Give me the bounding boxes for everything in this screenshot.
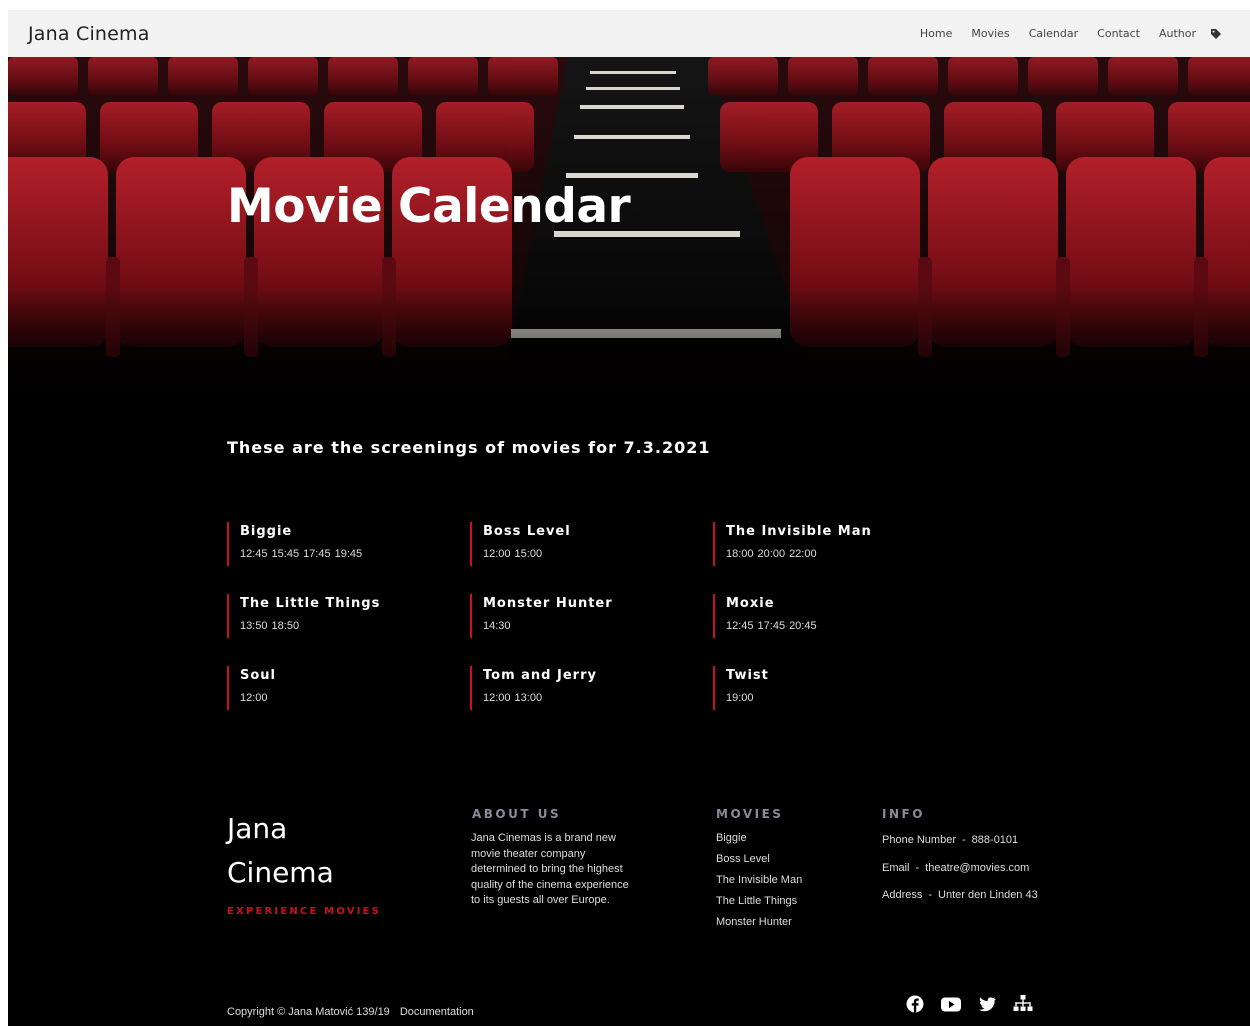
movie-card[interactable]: Biggie 12:45 15:45 17:45 19:45 [227, 522, 470, 566]
showtime[interactable]: 19:45 [335, 548, 363, 560]
movie-card[interactable]: Twist 19:00 [713, 666, 956, 710]
footer-email: Email - theatre@movies.com [882, 862, 1038, 890]
hero-fade-overlay [8, 57, 1250, 427]
phone-value: 888-0101 [971, 834, 1019, 846]
movie-showtimes: 12:00 [240, 692, 470, 705]
page: Jana Cinema Home Movies Calendar Contact… [8, 10, 1250, 1026]
movie-title: The Little Things [240, 596, 381, 611]
footer-logo-line1: Jana [227, 812, 288, 845]
tag-icon[interactable] [1210, 28, 1222, 40]
movie-title: The Invisible Man [726, 524, 872, 539]
documentation-link[interactable]: Documentation [400, 1006, 474, 1018]
movie-title: Moxie [726, 596, 775, 611]
movie-card[interactable]: The Invisible Man 18:00 20:00 22:00 [713, 522, 956, 566]
social-links [906, 995, 1050, 1013]
movie-showtimes: 18:00 20:00 22:00 [726, 548, 956, 561]
movie-card[interactable]: Moxie 12:45 17:45 20:45 [713, 594, 956, 638]
movie-showtimes: 19:00 [726, 692, 956, 705]
movie-card[interactable]: Soul 12:00 [227, 666, 470, 710]
movie-title: Soul [240, 668, 277, 683]
footer-movie-link[interactable]: The Invisible Man [716, 873, 802, 894]
brand-logo[interactable]: Jana Cinema [28, 23, 150, 45]
nav-home[interactable]: Home [920, 27, 952, 40]
movie-title: Tom and Jerry [483, 668, 597, 683]
main-nav: Home Movies Calendar Contact Author [901, 27, 1222, 40]
footer-logo-line2: Cinema [227, 856, 334, 889]
footer-phone: Phone Number -888-0101 [882, 834, 1038, 862]
copyright-text: Copyright © Jana Matović 139/19 [227, 1006, 390, 1018]
nav-calendar[interactable]: Calendar [1029, 27, 1078, 40]
footer-movies-heading: MOVIES [716, 807, 784, 821]
footer-movie-link[interactable]: Boss Level [716, 852, 802, 873]
twitter-icon[interactable] [978, 996, 996, 1012]
showtime[interactable]: 19:00 [726, 692, 754, 704]
movie-showtimes: 12:00 15:00 [483, 548, 713, 561]
separator: - [928, 889, 933, 901]
showtime[interactable]: 15:00 [515, 548, 543, 560]
footer-info: Phone Number -888-0101 Email - theatre@movi… [882, 834, 1038, 917]
movie-title: Twist [726, 668, 769, 683]
sitemap-icon[interactable] [1013, 995, 1033, 1013]
showtime[interactable]: 20:45 [789, 620, 817, 632]
showtime[interactable]: 12:00 [240, 692, 268, 704]
movie-title: Boss Level [483, 524, 571, 539]
showtime[interactable]: 18:00 [726, 548, 754, 560]
copyright: Copyright © Jana Matović 139/19 Documenta… [227, 1006, 474, 1018]
footer-about-heading: ABOUT US [472, 807, 562, 821]
footer-logo: Jana Cinema [227, 807, 407, 895]
footer-movie-link[interactable]: Biggie [716, 831, 802, 852]
movie-card[interactable]: Monster Hunter 14:30 [470, 594, 713, 638]
showtime[interactable]: 13:50 [240, 620, 268, 632]
movie-card[interactable]: Tom and Jerry 12:00 13:00 [470, 666, 713, 710]
showtime[interactable]: 18:50 [272, 620, 300, 632]
hero-banner: Movie Calendar [8, 57, 1250, 427]
footer-address: Address - Unter den Linden 43 [882, 889, 1038, 917]
movie-title: Biggie [240, 524, 293, 539]
address-value: Unter den Linden 43 [938, 889, 1038, 901]
movie-card[interactable]: Boss Level 12:00 15:00 [470, 522, 713, 566]
footer-movies-list: Biggie Boss Level The Invisible Man The … [716, 831, 802, 936]
screenings-heading: These are the screenings of movies for 7… [227, 438, 711, 457]
showtime[interactable]: 12:00 [483, 692, 511, 704]
page-title: Movie Calendar [227, 179, 631, 234]
email-value[interactable]: theatre@movies.com [925, 862, 1029, 874]
showtime[interactable]: 12:00 [483, 548, 511, 560]
movie-showtimes: 13:50 18:50 [240, 620, 470, 633]
movie-card[interactable]: The Little Things 13:50 18:50 [227, 594, 470, 638]
showtime[interactable]: 13:00 [515, 692, 543, 704]
showtime[interactable]: 22:00 [789, 548, 817, 560]
facebook-icon[interactable] [906, 995, 924, 1013]
navbar: Jana Cinema Home Movies Calendar Contact… [8, 10, 1250, 57]
screenings-grid: Biggie 12:45 15:45 17:45 19:45 Boss Level 12:0… [227, 522, 967, 738]
showtime[interactable]: 12:45 [726, 620, 754, 632]
phone-label: Phone Number [882, 834, 956, 846]
address-label: Address [882, 889, 923, 901]
footer-about-text: Jana Cinemas is a brand new movie theate… [471, 832, 629, 907]
footer-movie-link[interactable]: The Little Things [716, 894, 802, 915]
showtime[interactable]: 17:45 [303, 548, 331, 560]
movie-showtimes: 12:00 13:00 [483, 692, 713, 705]
footer-movie-link[interactable]: Monster Hunter [716, 915, 802, 936]
showtime[interactable]: 14:30 [483, 620, 511, 632]
movie-showtimes: 12:45 15:45 17:45 19:45 [240, 548, 470, 561]
footer-tagline: EXPERIENCE MOVIES [227, 906, 382, 917]
showtime[interactable]: 20:00 [758, 548, 786, 560]
movie-showtimes: 14:30 [483, 620, 713, 633]
separator: - [962, 834, 966, 846]
youtube-icon[interactable] [941, 997, 961, 1012]
showtime[interactable]: 12:45 [240, 548, 268, 560]
movie-showtimes: 12:45 17:45 20:45 [726, 620, 956, 633]
showtime[interactable]: 17:45 [758, 620, 786, 632]
footer-info-heading: INFO [882, 807, 925, 821]
separator: - [915, 861, 920, 874]
nav-contact[interactable]: Contact [1097, 27, 1140, 40]
email-label: Email [882, 861, 910, 874]
movie-title: Monster Hunter [483, 596, 613, 611]
showtime[interactable]: 15:45 [272, 548, 300, 560]
nav-movies[interactable]: Movies [971, 27, 1009, 40]
nav-author[interactable]: Author [1159, 27, 1196, 40]
